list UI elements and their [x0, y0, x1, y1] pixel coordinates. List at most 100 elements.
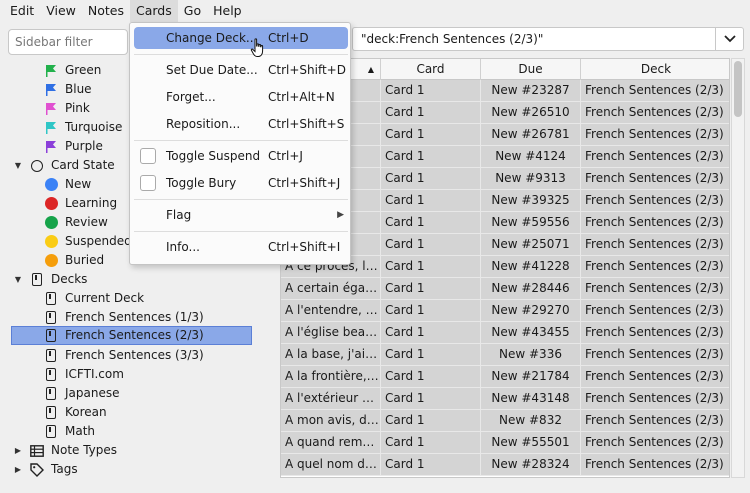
column-header-card[interactable]: Card	[381, 59, 481, 80]
sidebar-item-state-suspended[interactable]: Suspended	[44, 232, 132, 251]
cell-card: Card 1	[381, 124, 481, 145]
menu-item-reposition[interactable]: Reposition... Ctrl+Shift+S	[134, 113, 348, 135]
scrollbar-thumb[interactable]	[734, 61, 742, 117]
menu-cards[interactable]: Cards	[130, 0, 178, 22]
sidebar-item-state-buried[interactable]: Buried	[44, 251, 104, 270]
chevron-down-icon[interactable]	[715, 28, 743, 50]
cell-sort-field: A l'extérieur ce…	[281, 388, 381, 409]
sidebar-item-note-types[interactable]: ▶ Note Types	[12, 441, 117, 460]
sidebar-item-flag-blue[interactable]: Blue	[44, 80, 92, 99]
menu-item-set-due-date[interactable]: Set Due Date... Ctrl+Shift+D	[134, 59, 348, 81]
sidebar-item-flag-turquoise[interactable]: Turquoise	[44, 118, 122, 137]
cell-deck: French Sentences (2/3)	[581, 168, 729, 189]
cell-deck: French Sentences (2/3)	[581, 102, 729, 123]
sidebar-item-flag-pink[interactable]: Pink	[44, 99, 90, 118]
checkbox-icon[interactable]	[140, 148, 156, 164]
flag-icon	[44, 140, 58, 154]
menubar: Edit View Notes Cards Go Help	[0, 0, 750, 22]
cell-sort-field: A la base, j'aim…	[281, 344, 381, 365]
deck-label: French Sentences (1/3)	[65, 310, 204, 324]
table-row[interactable]: A quel nom doi… Card 1 New #28324 French Se…	[281, 454, 729, 476]
sidebar-item-decks[interactable]: ▼ Decks	[12, 270, 87, 289]
cell-deck: French Sentences (2/3)	[581, 344, 729, 365]
table-row[interactable]: A certain égard… Card 1 New #28446 French S…	[281, 278, 729, 300]
sidebar-item-deck[interactable]: Japanese	[44, 384, 120, 403]
sidebar-item-tags[interactable]: ▶ Tags	[12, 460, 78, 479]
menu-item-toggle-bury[interactable]: Toggle Bury Ctrl+Shift+J	[134, 172, 348, 194]
menu-item-forget[interactable]: Forget... Ctrl+Alt+N	[134, 86, 348, 108]
chevron-right-icon[interactable]: ▶	[12, 441, 24, 460]
sidebar-item-deck[interactable]: French Sentences (1/3)	[44, 308, 204, 327]
cell-card: Card 1	[381, 454, 481, 475]
flag-icon	[44, 83, 58, 97]
sidebar-item-deck[interactable]: French Sentences (3/3)	[44, 346, 204, 365]
table-row[interactable]: A l'entendre, c'… Card 1 New #29270 French …	[281, 300, 729, 322]
table-row[interactable]: A mon avis, dit… Card 1 New #832 French Sen…	[281, 410, 729, 432]
sidebar-item-state-new[interactable]: New	[44, 175, 91, 194]
vertical-scrollbar[interactable]	[731, 58, 745, 478]
checkbox-icon[interactable]	[140, 175, 156, 191]
sidebar-item-flag-green[interactable]: Green	[44, 61, 101, 80]
sidebar-item-deck[interactable]: Math	[44, 422, 95, 441]
search-input[interactable]: "deck:French Sentences (2/3)"	[353, 32, 715, 46]
flag-icon	[44, 121, 58, 135]
sidebar-item-card-state[interactable]: ▼ Card State	[12, 156, 115, 175]
menu-help[interactable]: Help	[207, 0, 248, 22]
menu-item-info[interactable]: Info... Ctrl+Shift+I	[134, 236, 348, 258]
chevron-down-icon[interactable]: ▼	[12, 156, 24, 175]
table-row[interactable]: A la frontière, il… Card 1 New #21784 Frenc…	[281, 366, 729, 388]
cell-due: New #25071	[481, 234, 581, 255]
table-row[interactable]: A la base, j'aim… Card 1 New #336 French Se…	[281, 344, 729, 366]
menu-item-change-deck[interactable]: Change Deck... Ctrl+D	[134, 27, 348, 49]
cell-card: Card 1	[381, 212, 481, 233]
search-combobox[interactable]: "deck:French Sentences (2/3)"	[352, 27, 744, 51]
table-row[interactable]: A l'extérieur ce… Card 1 New #43148 French …	[281, 388, 729, 410]
decks-label: Decks	[51, 272, 88, 286]
cell-deck: French Sentences (2/3)	[581, 300, 729, 321]
menu-item-toggle-suspend[interactable]: Toggle Suspend Ctrl+J	[134, 145, 348, 167]
cell-card: Card 1	[381, 102, 481, 123]
state-label: Review	[65, 215, 108, 229]
sidebar-item-flag-purple[interactable]: Purple	[44, 137, 103, 156]
cell-card: Card 1	[381, 344, 481, 365]
chevron-right-icon[interactable]: ▶	[12, 460, 24, 479]
flag-icon	[44, 64, 58, 78]
menu-item-flag[interactable]: Flag ▶	[134, 204, 348, 226]
cell-deck: French Sentences (2/3)	[581, 410, 729, 431]
tags-label: Tags	[51, 462, 78, 476]
table-row[interactable]: A quand remo… Card 1 New #55501 French Sent…	[281, 432, 729, 454]
cell-card: Card 1	[381, 256, 481, 277]
sidebar-item-deck-current[interactable]: Current Deck	[44, 289, 144, 308]
cell-deck: French Sentences (2/3)	[581, 234, 729, 255]
cell-due: New #336	[481, 344, 581, 365]
sidebar-item-deck[interactable]: ICFTI.com	[44, 365, 124, 384]
cell-card: Card 1	[381, 278, 481, 299]
flag-label: Green	[65, 63, 102, 77]
deck-label: French Sentences (3/3)	[65, 348, 204, 362]
cell-sort-field: A la frontière, il…	[281, 366, 381, 387]
cell-deck: French Sentences (2/3)	[581, 388, 729, 409]
cell-deck: French Sentences (2/3)	[581, 322, 729, 343]
flag-label: Purple	[65, 139, 103, 153]
table-row[interactable]: A l'église beau… Card 1 New #43455 French S…	[281, 322, 729, 344]
sidebar-filter-input[interactable]	[9, 30, 127, 54]
sidebar-item-deck[interactable]: Korean	[44, 403, 107, 422]
menu-view[interactable]: View	[40, 0, 82, 22]
deck-label: Math	[65, 424, 96, 438]
cell-due: New #23287	[481, 80, 581, 101]
column-header-due[interactable]: Due	[481, 59, 581, 80]
sidebar-filter[interactable]	[8, 29, 128, 55]
sidebar-item-state-review[interactable]: Review	[44, 213, 108, 232]
sidebar-item-state-learning[interactable]: Learning	[44, 194, 117, 213]
state-dot-icon	[44, 178, 58, 192]
deck-icon	[44, 406, 58, 420]
menu-edit[interactable]: Edit	[4, 0, 40, 22]
menu-go[interactable]: Go	[178, 0, 207, 22]
sidebar-item-deck-selected[interactable]: French Sentences (2/3)	[11, 326, 252, 345]
column-header-deck[interactable]: Deck	[581, 59, 729, 80]
menu-notes[interactable]: Notes	[82, 0, 130, 22]
chevron-down-icon[interactable]: ▼	[12, 270, 24, 289]
menu-separator	[134, 231, 348, 232]
flag-label: Pink	[65, 101, 90, 115]
deck-label: Current Deck	[65, 291, 145, 305]
